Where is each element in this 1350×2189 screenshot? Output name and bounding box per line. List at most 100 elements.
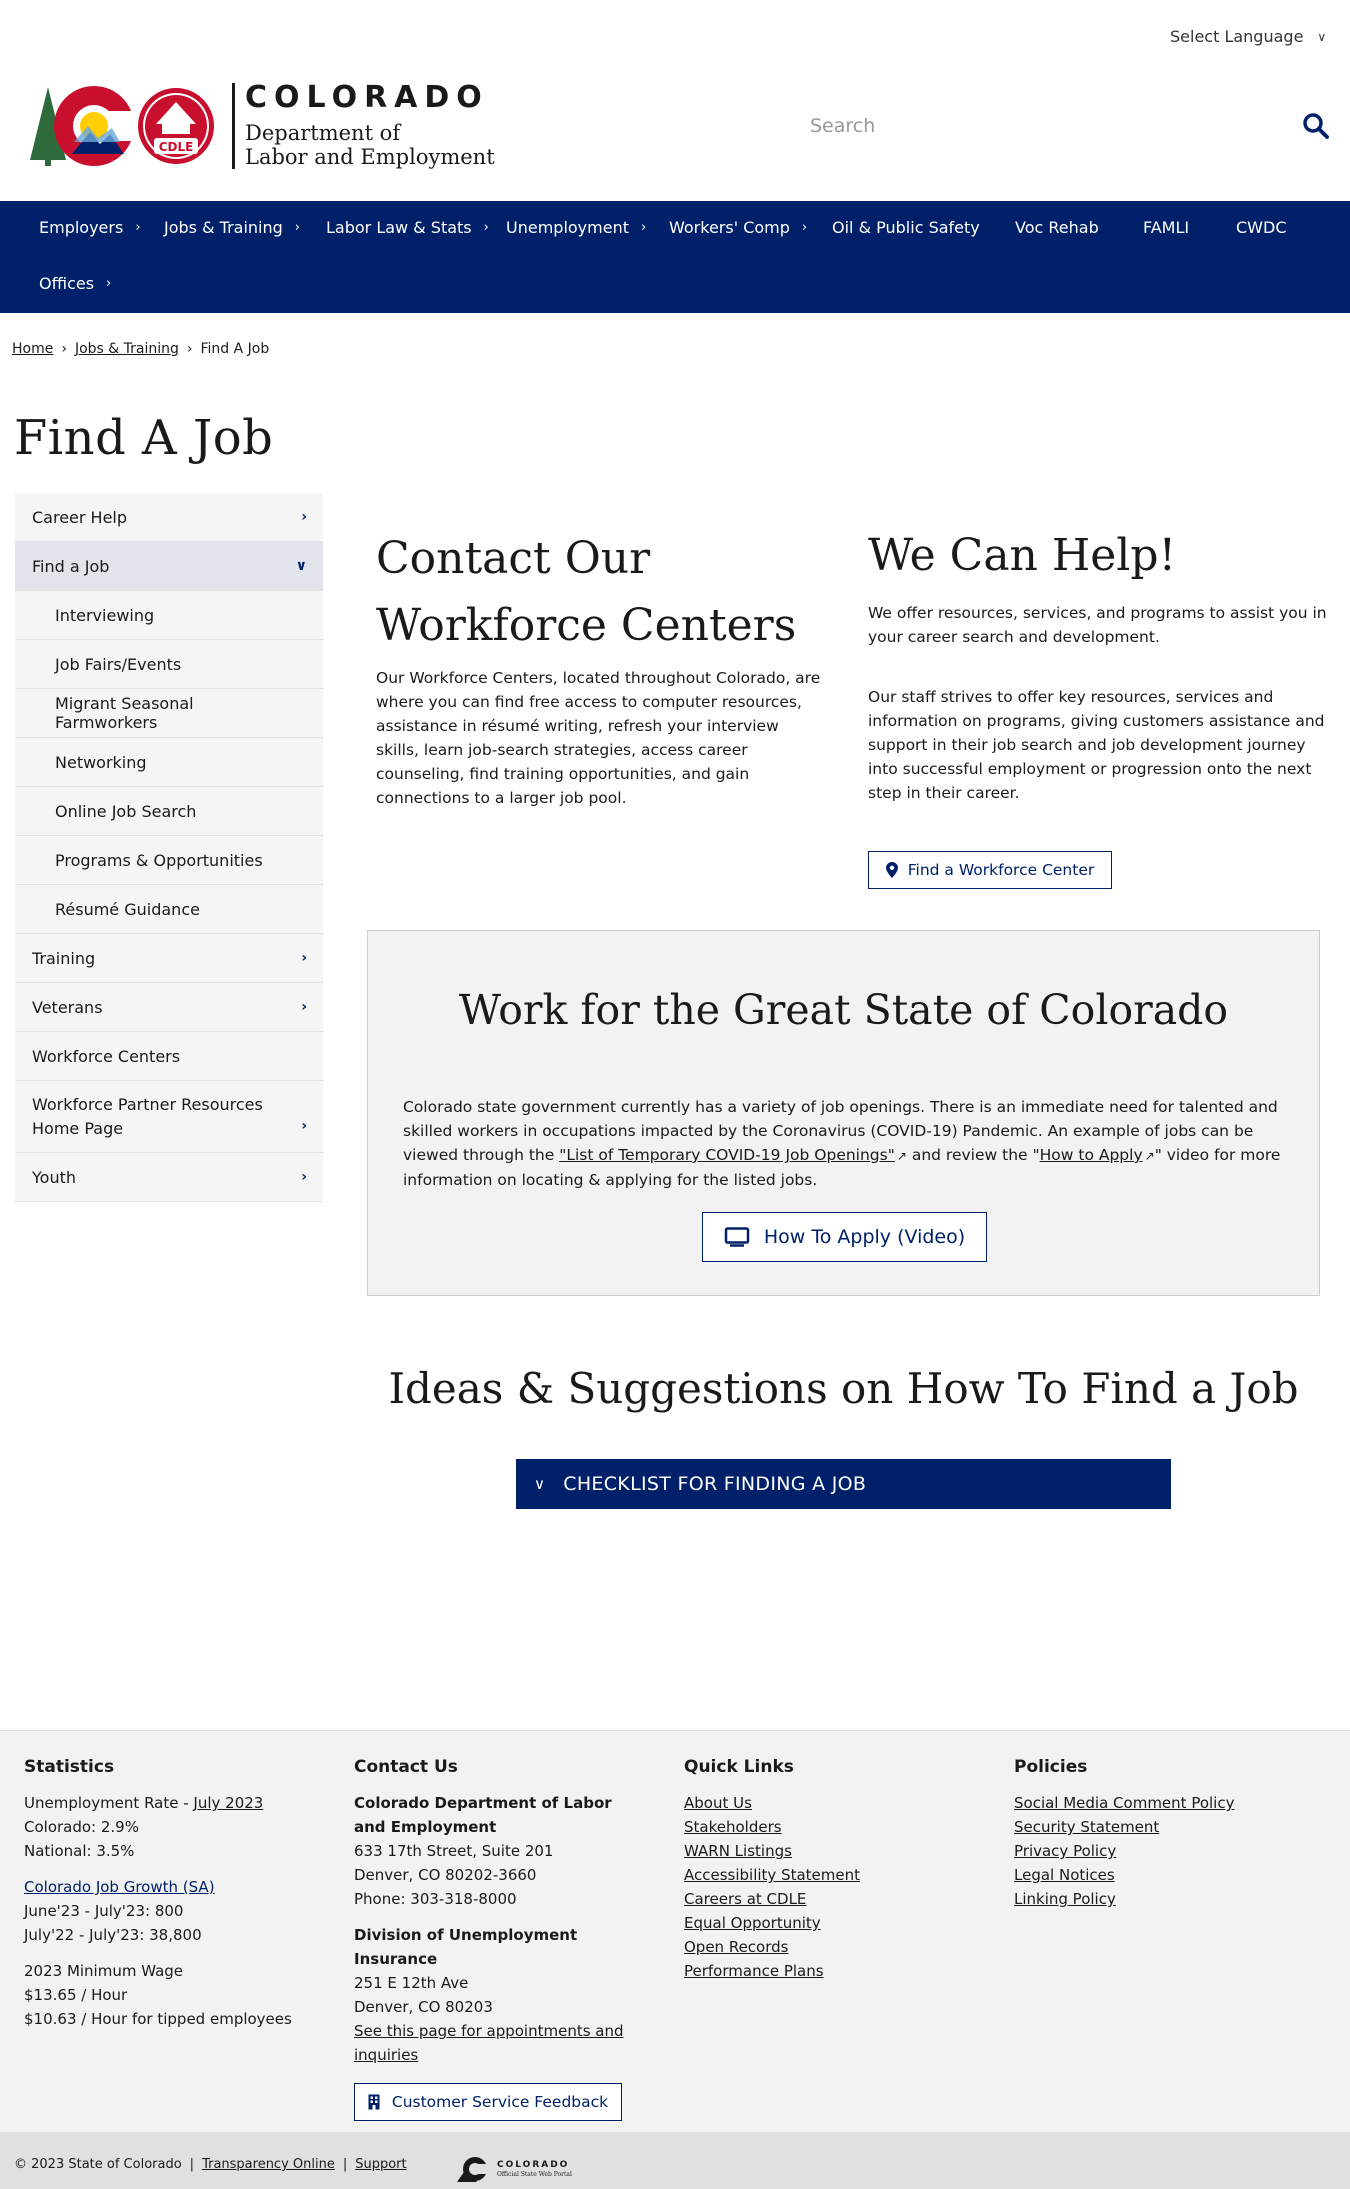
job-growth-link[interactable]: Colorado Job Growth (SA) bbox=[24, 1875, 324, 1899]
sidebar-item-networking[interactable]: Networking bbox=[15, 738, 323, 787]
footer-contact-heading: Contact Us bbox=[354, 1757, 458, 1777]
chevron-right-icon: › bbox=[301, 999, 307, 1015]
sidebar-item-find-a-job[interactable]: Find a Job ∨ bbox=[15, 542, 323, 591]
sidebar-item-veterans[interactable]: Veterans › bbox=[15, 983, 323, 1032]
footer-quick-links-heading: Quick Links bbox=[684, 1757, 794, 1777]
chevron-right-icon: › bbox=[294, 220, 300, 235]
nav-unemployment[interactable]: Unemployment › bbox=[506, 218, 646, 237]
chevron-right-icon: › bbox=[301, 509, 307, 525]
footer-statistics-heading: Statistics bbox=[24, 1757, 115, 1777]
footer-link-equal-opportunity[interactable]: Equal Opportunity bbox=[684, 1911, 974, 1935]
customer-service-feedback-button[interactable]: Customer Service Feedback bbox=[354, 2083, 622, 2121]
sidebar-item-programs[interactable]: Programs & Opportunities bbox=[15, 836, 323, 885]
footer-link-warn[interactable]: WARN Listings bbox=[684, 1839, 974, 1863]
breadcrumb-separator-icon: › bbox=[61, 341, 67, 357]
map-pin-icon bbox=[885, 862, 898, 878]
nav-jobs-training[interactable]: Jobs & Training › bbox=[164, 218, 300, 237]
sidebar-item-workforce-centers[interactable]: Workforce Centers bbox=[15, 1032, 323, 1081]
unemployment-rate-link[interactable]: July 2023 bbox=[193, 1794, 263, 1812]
appointments-link[interactable]: See this page for appointments and inqui… bbox=[354, 2019, 644, 2067]
transparency-online-link[interactable]: Transparency Online bbox=[202, 2157, 335, 2172]
copyright-line: © 2023 State of Colorado | Transparency … bbox=[14, 2157, 407, 2172]
footer-org-name: Colorado Department of Labor and Employm… bbox=[354, 1794, 612, 1836]
contact-body: Our Workforce Centers, located throughou… bbox=[376, 669, 821, 807]
nav-voc-rehab[interactable]: Voc Rehab bbox=[1015, 218, 1099, 237]
nav-employers[interactable]: Employers › bbox=[39, 218, 141, 237]
footer-link-careers[interactable]: Careers at CDLE bbox=[684, 1887, 974, 1911]
nav-oil-public-safety[interactable]: Oil & Public Safety bbox=[832, 218, 980, 237]
breadcrumb: Home › Jobs & Training › Find A Job bbox=[12, 341, 269, 357]
how-to-apply-link[interactable]: How to Apply bbox=[1040, 1146, 1143, 1164]
chevron-down-icon: ∨ bbox=[1317, 29, 1327, 44]
sidebar-item-online-job-search[interactable]: Online Job Search bbox=[15, 787, 323, 836]
footer-link-open-records[interactable]: Open Records bbox=[684, 1935, 974, 1959]
state-jobs-heading: Work for the Great State of Colorado bbox=[458, 986, 1229, 1034]
colorado-portal-logo[interactable]: COLORADO Official State Web Portal bbox=[455, 2156, 572, 2182]
breadcrumb-current: Find A Job bbox=[200, 341, 270, 357]
sidebar-item-career-help[interactable]: Career Help › bbox=[15, 493, 323, 542]
search-icon[interactable] bbox=[1302, 112, 1330, 140]
nav-famli[interactable]: FAMLI bbox=[1143, 218, 1189, 237]
state-jobs-panel: Work for the Great State of Colorado Col… bbox=[367, 930, 1320, 1296]
footer-link-accessibility[interactable]: Accessibility Statement bbox=[684, 1863, 974, 1887]
chevron-right-icon: › bbox=[135, 220, 141, 235]
checklist-accordion[interactable]: ∨ CHECKLIST FOR FINDING A JOB bbox=[516, 1459, 1171, 1509]
footer-ui-division: Division of Unemployment Insurance bbox=[354, 1926, 578, 1968]
footer-link-about[interactable]: About Us bbox=[684, 1791, 974, 1815]
chevron-right-icon: › bbox=[301, 950, 307, 966]
footer-link-privacy[interactable]: Privacy Policy bbox=[1014, 1839, 1314, 1863]
footer-quick-links: Quick Links About Us Stakeholders WARN L… bbox=[684, 1755, 974, 1983]
support-link[interactable]: Support bbox=[355, 2157, 406, 2172]
help-paragraph-2: Our staff strives to offer key resources… bbox=[868, 688, 1325, 802]
sidebar-item-resume-guidance[interactable]: Résumé Guidance bbox=[15, 885, 323, 934]
monitor-icon bbox=[724, 1227, 750, 1247]
nav-cwdc[interactable]: CWDC bbox=[1236, 218, 1286, 237]
sidebar-item-migrant-farmworkers[interactable]: Migrant Seasonal Farmworkers bbox=[15, 689, 323, 738]
footer-ui-address-1: 251 E 12th Ave bbox=[354, 1974, 469, 1992]
cdle-logo[interactable]: CDLE COLORADO Department of Labor and Em… bbox=[28, 82, 495, 170]
breadcrumb-jobs-training[interactable]: Jobs & Training bbox=[75, 341, 179, 357]
chevron-right-icon: › bbox=[640, 220, 647, 235]
footer-link-performance-plans[interactable]: Performance Plans bbox=[684, 1959, 974, 1983]
search-bar bbox=[810, 112, 1330, 140]
colorado-rate: Colorado: 2.9% bbox=[24, 1818, 139, 1836]
search-input[interactable] bbox=[810, 115, 1210, 137]
ideas-heading: Ideas & Suggestions on How To Find a Job bbox=[388, 1364, 1299, 1413]
national-rate: National: 3.5% bbox=[24, 1842, 135, 1860]
sidebar-item-training[interactable]: Training › bbox=[15, 934, 323, 983]
footer-address-2: Denver, CO 80202-3660 bbox=[354, 1866, 537, 1884]
covid-job-openings-link[interactable]: "List of Temporary COVID-19 Job Openings… bbox=[559, 1146, 895, 1164]
bottom-bar: © 2023 State of Colorado | Transparency … bbox=[0, 2132, 1350, 2189]
footer-link-social-media-policy[interactable]: Social Media Comment Policy bbox=[1014, 1791, 1314, 1815]
breadcrumb-home[interactable]: Home bbox=[12, 341, 53, 357]
minimum-wage-tipped: $10.63 / Hour for tipped employees bbox=[24, 2010, 292, 2028]
sidebar-item-job-fairs[interactable]: Job Fairs/Events bbox=[15, 640, 323, 689]
chevron-right-icon: › bbox=[301, 1169, 307, 1185]
how-to-apply-video-button[interactable]: How To Apply (Video) bbox=[702, 1212, 987, 1262]
find-workforce-center-button[interactable]: Find a Workforce Center bbox=[868, 851, 1112, 889]
main-nav: Employers › Jobs & Training › Labor Law & … bbox=[0, 201, 1350, 313]
sidebar-item-interviewing[interactable]: Interviewing bbox=[15, 591, 323, 640]
footer-link-linking-policy[interactable]: Linking Policy bbox=[1014, 1887, 1314, 1911]
building-icon bbox=[368, 2094, 380, 2110]
page-title: Find A Job bbox=[14, 410, 274, 466]
nav-labor-law[interactable]: Labor Law & Stats › bbox=[326, 218, 489, 237]
state-jobs-body: Colorado state government currently has … bbox=[403, 1098, 1281, 1189]
footer-link-stakeholders[interactable]: Stakeholders bbox=[684, 1815, 974, 1839]
footer-policies-heading: Policies bbox=[1014, 1757, 1088, 1777]
copyright-text: © 2023 State of Colorado bbox=[14, 2157, 182, 2172]
sidebar-nav: Career Help › Find a Job ∨ Interviewing Jo… bbox=[15, 493, 323, 1202]
nav-offices[interactable]: Offices › bbox=[39, 274, 111, 293]
breadcrumb-separator-icon: › bbox=[186, 341, 193, 357]
language-label: Select Language bbox=[1170, 27, 1304, 46]
logo-colorado-word: COLORADO bbox=[245, 80, 489, 115]
sidebar-item-workforce-partner[interactable]: Workforce Partner Resources Home Page › bbox=[15, 1081, 323, 1153]
footer-policies: Policies Social Media Comment Policy Sec… bbox=[1014, 1755, 1314, 1911]
chevron-down-icon: ∨ bbox=[295, 558, 307, 574]
sidebar-item-youth[interactable]: Youth › bbox=[15, 1153, 323, 1202]
footer-address-1: 633 17th Street, Suite 201 bbox=[354, 1842, 554, 1860]
footer-link-legal[interactable]: Legal Notices bbox=[1014, 1863, 1314, 1887]
footer-link-security[interactable]: Security Statement bbox=[1014, 1815, 1314, 1839]
nav-workers-comp[interactable]: Workers' Comp › bbox=[669, 218, 807, 237]
language-selector[interactable]: Select Language ∨ bbox=[1170, 27, 1326, 46]
